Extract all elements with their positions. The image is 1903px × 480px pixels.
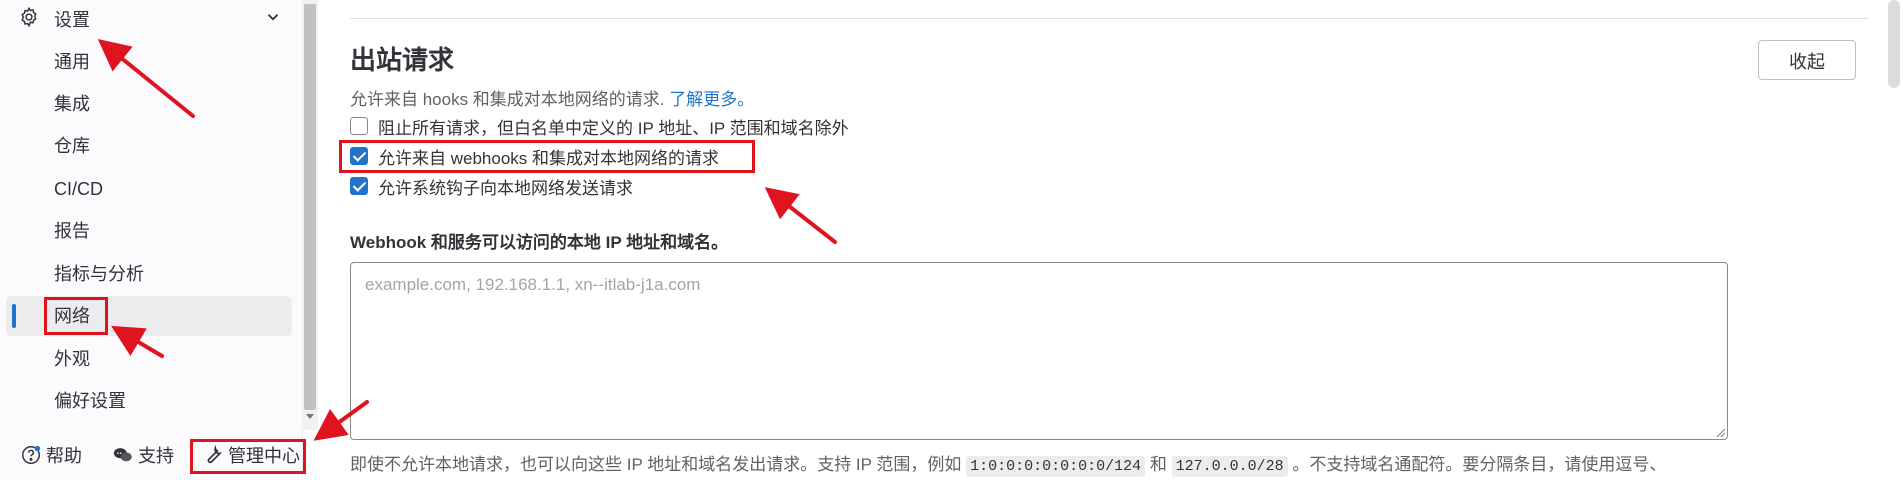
support-label: 支持: [138, 446, 174, 466]
ip-range-example-ipv4: 127.0.0.0/28: [1171, 456, 1288, 477]
help-button[interactable]: 帮助: [20, 440, 82, 470]
annotation-box-admin-center: [190, 439, 306, 474]
checkbox-box[interactable]: [350, 117, 368, 135]
chat-bubbles-icon: [113, 448, 132, 462]
ip-range-example-ipv6: 1:0:0:0:0:0:0:0/124: [966, 456, 1146, 477]
checkbox-allow-system-hooks-local[interactable]: 允许系统钩子向本地网络发送请求: [350, 174, 633, 198]
help-text-part3: 。不支持域名通配符。要分隔条目，请使用逗号、: [1292, 455, 1667, 474]
checkbox-box-checked[interactable]: [350, 177, 368, 195]
section-divider: [350, 18, 1868, 19]
description-text: 允许来自 hooks 和集成对本地网络的请求.: [350, 90, 665, 109]
resize-grip-icon[interactable]: [1714, 426, 1726, 438]
help-text-part1: 即使不允许本地请求，也可以向这些 IP 地址和域名发出请求。支持 IP 范围，例…: [350, 455, 962, 474]
page-scrollbar-thumb[interactable]: [1888, 0, 1900, 88]
sidebar-item-repository[interactable]: 仓库: [6, 126, 292, 166]
sidebar-item-label: 指标与分析: [54, 264, 144, 284]
settings-title: 设置: [54, 10, 90, 30]
sidebar-item-label: 报告: [54, 221, 90, 241]
sidebar-item-label: 仓库: [54, 136, 90, 156]
sidebar-item-general[interactable]: 通用: [6, 42, 292, 82]
collapse-button[interactable]: 收起: [1758, 40, 1856, 80]
annotation-box-webhook-checkbox: [339, 140, 755, 173]
chevron-down-icon: [267, 14, 279, 21]
allowlist-field-label: Webhook 和服务可以访问的本地 IP 地址和域名。: [350, 233, 729, 252]
sidebar-item-integrations[interactable]: 集成: [6, 84, 292, 124]
sidebar-item-preferences[interactable]: 偏好设置: [6, 381, 292, 421]
sidebar-item-appearance[interactable]: 外观: [6, 339, 292, 379]
help-label: 帮助: [46, 446, 82, 466]
settings-section-toggle[interactable]: 设置: [0, 0, 290, 34]
main-content: 出站请求 收起 允许来自 hooks 和集成对本地网络的请求. 了解更多。 阻止…: [318, 0, 1903, 480]
checkbox-label: 允许系统钩子向本地网络发送请求: [378, 178, 633, 198]
checkbox-label: 阻止所有请求，但白名单中定义的 IP 地址、IP 范围和域名除外: [378, 118, 849, 138]
sidebar-scrollbar[interactable]: [302, 0, 318, 430]
section-title: 出站请求: [350, 45, 455, 75]
sidebar-item-metrics[interactable]: 指标与分析: [6, 254, 292, 294]
help-text-part2: 和: [1149, 455, 1167, 474]
sidebar-item-reports[interactable]: 报告: [6, 211, 292, 251]
section-description: 允许来自 hooks 和集成对本地网络的请求. 了解更多。: [350, 85, 754, 110]
checkbox-block-all-requests[interactable]: 阻止所有请求，但白名单中定义的 IP 地址、IP 范围和域名除外: [350, 114, 849, 138]
allowlist-textarea[interactable]: [350, 262, 1728, 440]
sidebar-item-label: 集成: [54, 94, 90, 114]
support-button[interactable]: 支持: [112, 440, 174, 470]
learn-more-link[interactable]: 了解更多。: [669, 90, 754, 109]
sidebar-item-label: CI/CD: [54, 179, 103, 199]
sidebar-item-label: 通用: [54, 52, 90, 72]
sidebar-item-label: 偏好设置: [54, 391, 126, 411]
sidebar-item-cicd[interactable]: CI/CD: [6, 169, 292, 209]
sidebar: 设置 通用 集成 仓库 CI/CD 报告 指标与分析 网络 外观 偏好设置: [0, 0, 303, 480]
gear-icon: [21, 6, 37, 28]
allowlist-help-text: 即使不允许本地请求，也可以向这些 IP 地址和域名发出请求。支持 IP 范围，例…: [350, 450, 1667, 477]
scroll-down-arrow-icon[interactable]: [306, 414, 314, 419]
page-scrollbar[interactable]: [1885, 0, 1903, 480]
sidebar-scrollbar-thumb[interactable]: [304, 4, 316, 410]
question-circle-icon: [22, 445, 41, 464]
annotation-box-network: [44, 297, 108, 335]
sidebar-item-label: 外观: [54, 349, 90, 369]
